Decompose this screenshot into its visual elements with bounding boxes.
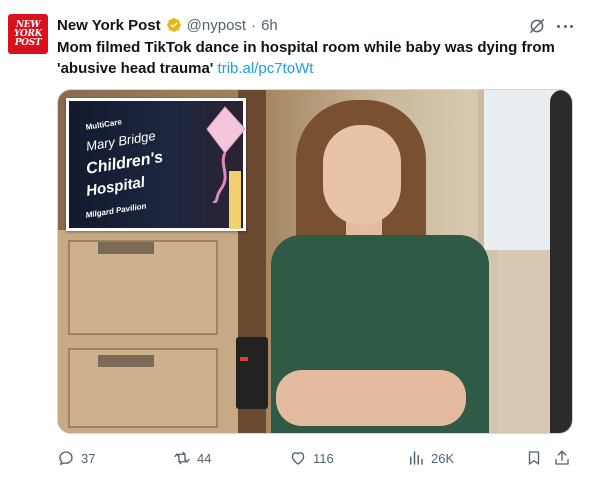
- tweet[interactable]: NEW YORK POST New York Post @nypost · 6h…: [0, 0, 590, 482]
- avatar-line-3: POST: [14, 37, 42, 48]
- repost-button[interactable]: 44: [173, 447, 211, 469]
- media-image[interactable]: MultiCare Mary Bridge Children's Hospita…: [57, 89, 573, 434]
- like-button[interactable]: 116: [289, 447, 334, 469]
- separator-dot: ·: [251, 16, 257, 34]
- tweet-header: New York Post @nypost · 6h: [57, 14, 278, 36]
- name-plate: [98, 242, 154, 254]
- reply-count: 37: [81, 450, 96, 466]
- like-icon: [291, 452, 305, 465]
- repost-count: 44: [197, 450, 212, 466]
- reply-icon: [59, 451, 73, 466]
- name-plate: [98, 355, 154, 367]
- share-button[interactable]: [553, 447, 571, 469]
- hospital-sign-inset: MultiCare Mary Bridge Children's Hospita…: [66, 98, 246, 231]
- bookmark-icon: [528, 451, 540, 465]
- display-name[interactable]: New York Post: [57, 17, 161, 34]
- like-count: 116: [313, 450, 334, 466]
- keypad: [236, 337, 268, 409]
- share-icon: [555, 450, 569, 465]
- more-icon[interactable]: [555, 17, 575, 35]
- action-bar: 37 44 116 26K: [57, 447, 577, 469]
- verified-badge-icon[interactable]: [166, 17, 182, 33]
- woman-arms: [276, 370, 466, 426]
- bookmark-button[interactable]: [525, 447, 543, 469]
- views-icon: [410, 451, 423, 465]
- person-edge: [550, 90, 572, 433]
- handle[interactable]: @nypost: [187, 17, 246, 34]
- tweet-text: Mom filmed TikTok dance in hospital room…: [57, 37, 577, 79]
- reply-button[interactable]: 37: [57, 447, 95, 469]
- views-button[interactable]: 26K: [407, 447, 454, 469]
- woman-face: [323, 125, 401, 225]
- repost-icon: [174, 451, 190, 465]
- avatar[interactable]: NEW YORK POST: [8, 14, 48, 54]
- kite-icon: [206, 106, 246, 203]
- door-panel: [68, 240, 218, 335]
- grok-icon[interactable]: [528, 17, 546, 35]
- tweet-link[interactable]: trib.al/pc7toWt: [218, 60, 314, 77]
- views-count: 26K: [431, 450, 455, 466]
- timestamp[interactable]: 6h: [261, 17, 278, 34]
